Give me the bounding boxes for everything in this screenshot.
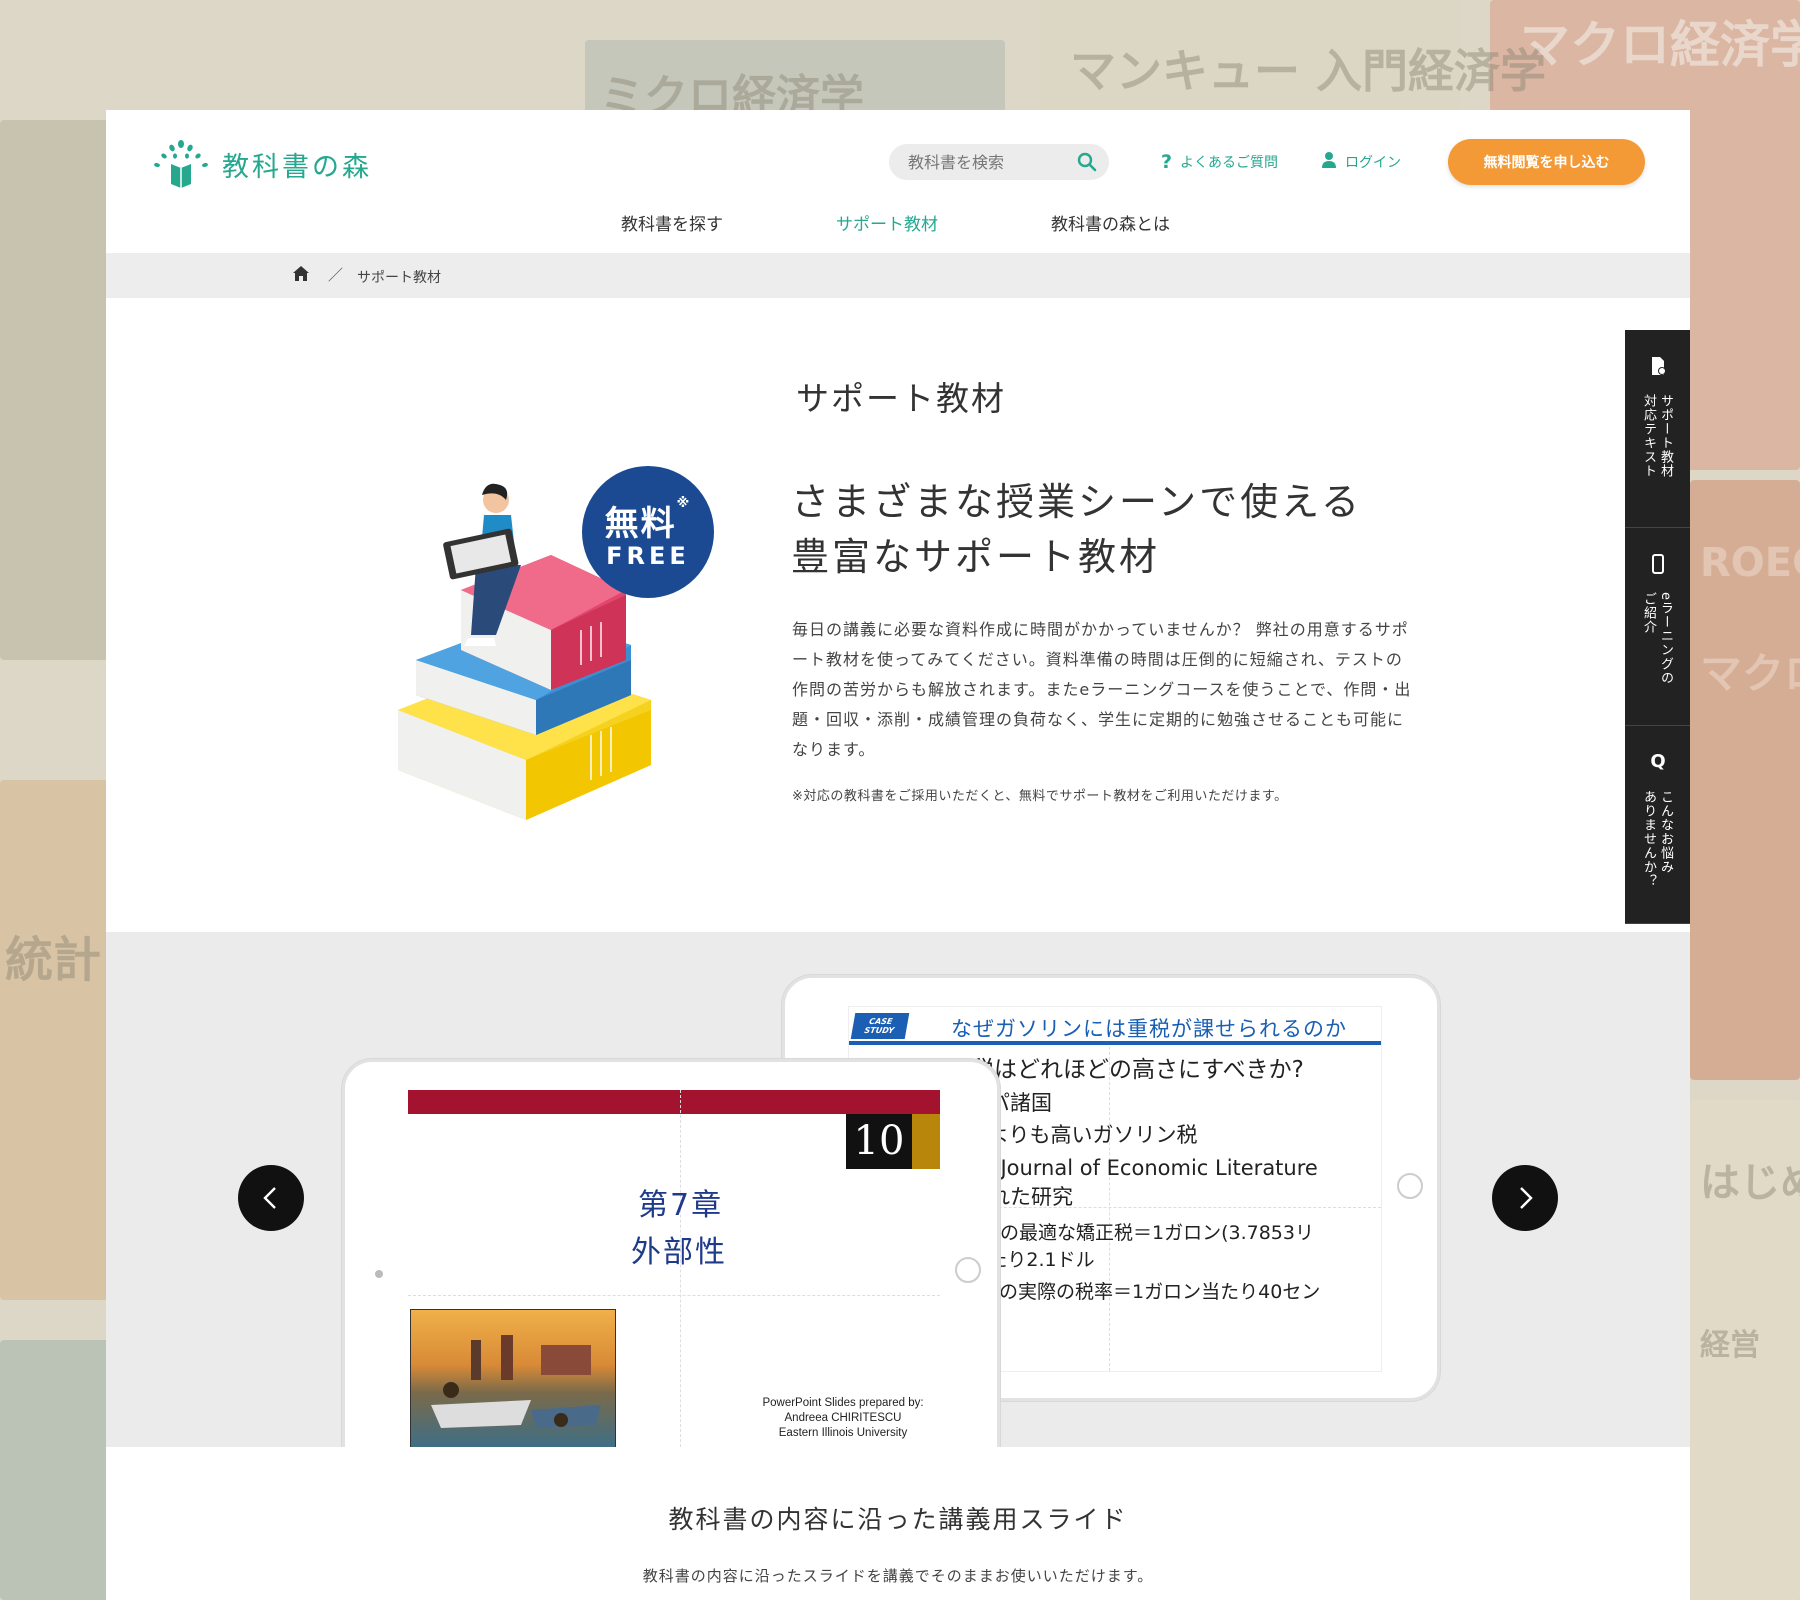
free-badge-label: 無料	[604, 504, 677, 544]
site-header: 教科書の森 ? よくあるご質問 ログイン 無料閲覧を申し込む 教科書を探す サポ…	[106, 110, 1690, 253]
faq-link-label: よくあるご質問	[1180, 155, 1279, 171]
slide-chapter-cover: 10 第7章 外部性 PowerPoint Slides prepared by…	[408, 1090, 940, 1447]
background-title: 経営	[1700, 1328, 1760, 1363]
background-title: マクロ	[1700, 649, 1800, 698]
free-badge-mark: ※	[676, 496, 692, 511]
page-card: 教科書の森 ? よくあるご質問 ログイン 無料閲覧を申し込む 教科書を探す サポ…	[106, 110, 1690, 1600]
headline-line-1: さまざまな授業シーンで使える	[791, 480, 1362, 524]
side-tab-label: eラーニングの ご紹介	[1640, 592, 1674, 685]
search-input[interactable]	[906, 151, 1070, 173]
headline-line-2: 豊富なサポート教材	[791, 535, 1161, 579]
slide-credit-line: Andreea CHIRITESCU	[784, 1412, 902, 1424]
side-tab-label-line: サポート教材	[1658, 394, 1673, 478]
q-icon: Q	[1650, 751, 1666, 772]
side-tab-supported-texts[interactable]: サポート教材 対応テキスト	[1625, 330, 1690, 528]
tablet-home-button	[1397, 1173, 1423, 1199]
background-title: ROECO	[1700, 540, 1800, 586]
free-preview-apply-button[interactable]: 無料閲覧を申し込む	[1448, 139, 1645, 185]
case-study-badge: CASE STUDY	[850, 1013, 910, 1039]
nav-item-support-materials[interactable]: サポート教材	[836, 210, 938, 235]
slide-chapter: 第7章	[638, 1188, 724, 1223]
intro-description: 毎日の講義に必要な資料作成に時間がかかっていませんか？ 弊社の用意するサポート教…	[792, 620, 1412, 759]
side-tabs: サポート教材 対応テキスト eラーニングの ご紹介 Q こんなお悩み ありませんか？	[1625, 330, 1690, 924]
background-book	[0, 120, 110, 660]
books-reader-illustration: 無料※ FREE	[376, 460, 714, 840]
chevron-right-icon	[1520, 1187, 1533, 1209]
page-title: サポート教材	[796, 379, 1006, 418]
faq-link[interactable]: ? よくあるご質問	[1161, 151, 1278, 173]
carousel-prev-button[interactable]	[238, 1165, 304, 1231]
login-link[interactable]: ログイン	[1321, 151, 1401, 173]
harbor-painting-image	[410, 1309, 616, 1447]
question-mark-icon: ?	[1161, 151, 1173, 173]
chevron-left-icon	[263, 1187, 276, 1209]
slide-guide	[408, 1295, 940, 1297]
site-logo[interactable]: 教科書の森	[150, 138, 372, 190]
side-tab-label-line: 対応テキスト	[1641, 394, 1656, 478]
slide-credit-line: Eastern Illinois University	[778, 1427, 908, 1439]
background-title: マクロ経済学	[1520, 16, 1800, 74]
side-tab-elearning[interactable]: eラーニングの ご紹介	[1625, 528, 1690, 726]
side-tab-label-line: eラーニングの	[1658, 592, 1673, 685]
carousel-next-button[interactable]	[1492, 1165, 1558, 1231]
smartphone-icon	[1648, 554, 1668, 574]
nav-item-find-textbooks[interactable]: 教科書を探す	[621, 210, 723, 235]
breadcrumb-separator: ／	[328, 266, 344, 284]
side-tab-label-line: こんなお悩み	[1658, 790, 1673, 874]
slide-chapter-title: 外部性	[631, 1235, 727, 1270]
tablet-home-button	[955, 1257, 981, 1283]
free-badge: 無料※ FREE	[582, 466, 714, 598]
slide-carousel: CASE STUDY なぜガソリンには重税が課せられるのか ガソリン税はどれほど…	[106, 932, 1690, 1447]
background-title: 統計	[5, 932, 102, 988]
breadcrumb: ／ サポート教材	[106, 253, 1690, 298]
case-study-title: なぜガソリンには重税が課せられるのか	[951, 1017, 1347, 1041]
side-tab-label: こんなお悩み ありませんか？	[1640, 790, 1674, 888]
user-icon	[1321, 151, 1337, 173]
slide-title-rule	[849, 1041, 1381, 1045]
slide-number: 10	[846, 1114, 912, 1169]
breadcrumb-current: サポート教材	[357, 270, 441, 286]
side-tab-label: サポート教材 対応テキスト	[1640, 394, 1674, 478]
logo-tree-icon	[150, 138, 212, 190]
nav-item-about[interactable]: 教科書の森とは	[1051, 210, 1170, 235]
side-tab-faq-concerns[interactable]: Q こんなお悩み ありませんか？	[1625, 726, 1690, 924]
search-box	[889, 144, 1109, 180]
home-icon[interactable]	[292, 265, 310, 283]
site-logo-text: 教科書の森	[222, 151, 372, 183]
document-check-icon	[1648, 356, 1668, 376]
main-nav: 教科書を探す サポート教材 教科書の森とは	[106, 210, 1690, 244]
slide-top-band	[408, 1090, 940, 1114]
tablet-camera	[375, 1270, 383, 1278]
side-tab-label-line: ご紹介	[1641, 592, 1656, 634]
login-link-label: ログイン	[1345, 155, 1401, 171]
headline: さまざまな授業シーンで使える 豊富なサポート教材	[791, 475, 1362, 585]
background-book	[0, 1340, 110, 1600]
lecture-slides-description: 教科書の内容に沿ったスライドを講義でそのままお使いいただけます。	[642, 1567, 1154, 1585]
slide-credit-line: PowerPoint Slides prepared by:	[762, 1397, 924, 1409]
free-usage-note: ※対応の教科書をご採用いただくと、無料でサポート教材をご利用いただけます。	[792, 789, 1288, 804]
tablet-mockup-front: 10 第7章 外部性 PowerPoint Slides prepared by…	[342, 1059, 1000, 1447]
slide-credit: PowerPoint Slides prepared by: Andreea C…	[733, 1396, 940, 1441]
free-badge-sub: FREE	[606, 542, 690, 570]
search-icon[interactable]	[1077, 152, 1097, 172]
lecture-slides-heading: 教科書の内容に沿った講義用スライド	[668, 1505, 1128, 1534]
background-book	[0, 780, 110, 1300]
background-title: マンキュー 入門経済学	[1070, 44, 1547, 98]
background-title: はじめの	[1700, 1160, 1800, 1206]
side-tab-label-line: ありませんか？	[1641, 790, 1656, 888]
slide-guide	[1109, 1047, 1111, 1371]
